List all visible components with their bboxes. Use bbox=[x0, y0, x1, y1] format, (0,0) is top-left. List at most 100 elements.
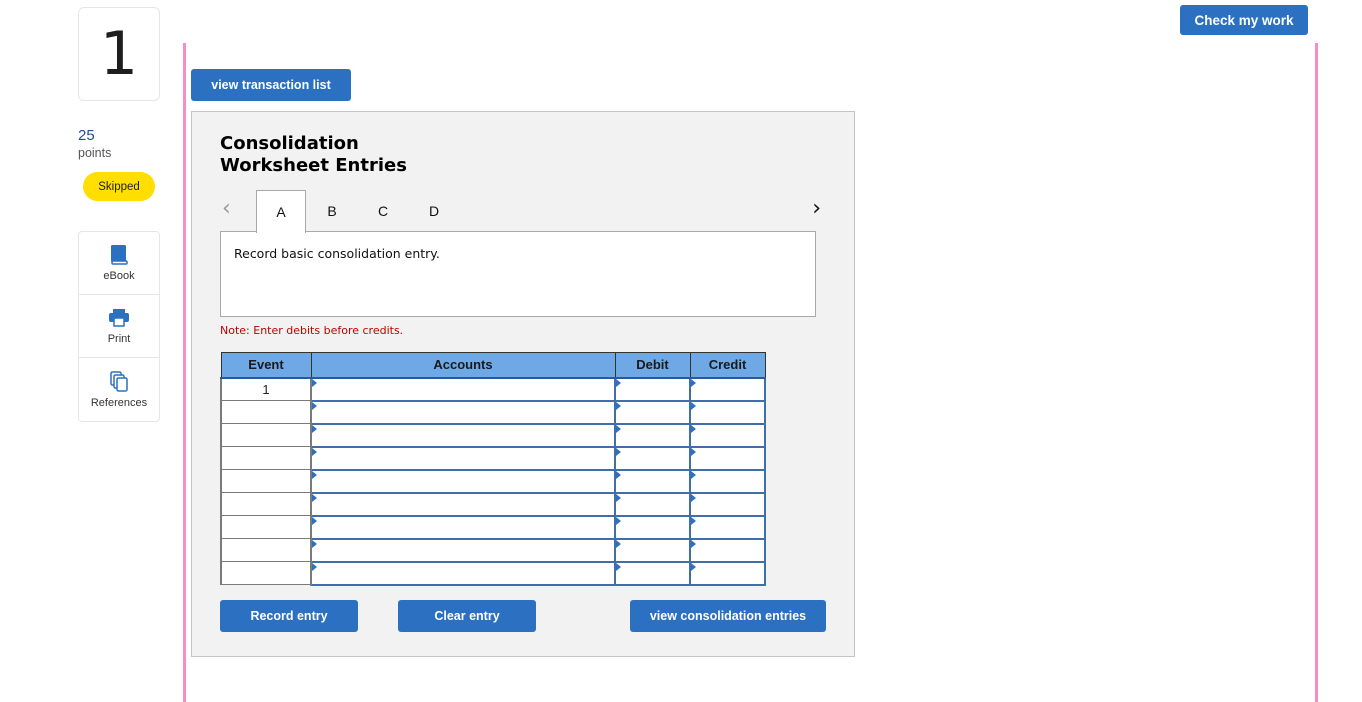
credit-cell bbox=[689, 376, 766, 402]
status-badge: Skipped bbox=[83, 172, 155, 201]
view-transaction-list-button[interactable]: view transaction list bbox=[191, 69, 351, 101]
dropdown-flag-icon bbox=[691, 493, 696, 502]
table-row bbox=[220, 491, 766, 517]
table-row bbox=[220, 445, 766, 471]
debit-input[interactable] bbox=[616, 494, 689, 514]
account-input[interactable] bbox=[312, 494, 614, 514]
debit-input[interactable] bbox=[616, 425, 689, 445]
debit-cell bbox=[614, 422, 691, 448]
dropdown-flag-icon bbox=[616, 424, 621, 433]
note-text: Note: Enter debits before credits. bbox=[220, 324, 404, 337]
chevron-left-icon[interactable]: ‹ bbox=[222, 196, 231, 221]
worksheet-title-line2: Worksheet Entries bbox=[220, 155, 407, 176]
debit-input[interactable] bbox=[616, 563, 689, 583]
event-cell bbox=[220, 400, 312, 424]
clear-entry-button[interactable]: Clear entry bbox=[398, 600, 536, 632]
debit-input[interactable] bbox=[616, 471, 689, 491]
question-number: 1 bbox=[99, 19, 139, 89]
tools-panel: eBook Print References bbox=[78, 231, 160, 422]
credit-input[interactable] bbox=[691, 402, 764, 422]
header-debit: Debit bbox=[614, 352, 691, 379]
event-cell bbox=[220, 423, 312, 447]
dropdown-flag-icon bbox=[691, 516, 696, 525]
dropdown-flag-icon bbox=[616, 539, 621, 548]
dropdown-flag-icon bbox=[691, 562, 696, 571]
account-input[interactable] bbox=[312, 402, 614, 422]
event-cell bbox=[220, 561, 312, 585]
debit-input[interactable] bbox=[616, 379, 689, 399]
left-divider bbox=[183, 43, 186, 702]
credit-input[interactable] bbox=[691, 517, 764, 537]
credit-input[interactable] bbox=[691, 494, 764, 514]
references-button[interactable]: References bbox=[79, 358, 159, 421]
account-cell bbox=[310, 491, 616, 517]
points-label: points bbox=[78, 146, 112, 160]
credit-input[interactable] bbox=[691, 425, 764, 445]
table-row bbox=[220, 560, 766, 586]
event-cell bbox=[220, 446, 312, 470]
tab-d[interactable]: D bbox=[409, 190, 459, 232]
account-cell bbox=[310, 399, 616, 425]
record-entry-button[interactable]: Record entry bbox=[220, 600, 358, 632]
dropdown-flag-icon bbox=[312, 562, 317, 571]
account-input[interactable] bbox=[312, 471, 614, 491]
dropdown-flag-icon bbox=[616, 470, 621, 479]
dropdown-flag-icon bbox=[312, 378, 317, 387]
dropdown-flag-icon bbox=[691, 378, 696, 387]
account-input[interactable] bbox=[312, 563, 614, 583]
account-input[interactable] bbox=[312, 540, 614, 560]
debit-input[interactable] bbox=[616, 448, 689, 468]
view-consolidation-entries-button[interactable]: view consolidation entries bbox=[630, 600, 826, 632]
dropdown-flag-icon bbox=[691, 424, 696, 433]
table-row bbox=[220, 514, 766, 540]
copy-icon bbox=[108, 370, 130, 393]
tab-a[interactable]: A bbox=[256, 190, 306, 233]
debit-cell bbox=[614, 468, 691, 494]
credit-input[interactable] bbox=[691, 563, 764, 583]
credit-cell bbox=[689, 514, 766, 540]
worksheet-panel: Consolidation Worksheet Entries ‹ A B C … bbox=[191, 111, 855, 657]
book-icon bbox=[108, 244, 130, 266]
dropdown-flag-icon bbox=[616, 447, 621, 456]
dropdown-flag-icon bbox=[616, 516, 621, 525]
debit-input[interactable] bbox=[616, 540, 689, 560]
tab-b[interactable]: B bbox=[307, 190, 357, 232]
credit-input[interactable] bbox=[691, 540, 764, 560]
dropdown-flag-icon bbox=[616, 401, 621, 410]
debit-input[interactable] bbox=[616, 517, 689, 537]
credit-input[interactable] bbox=[691, 379, 764, 399]
event-cell bbox=[220, 492, 312, 516]
debit-input[interactable] bbox=[616, 402, 689, 422]
print-button[interactable]: Print bbox=[79, 295, 159, 358]
ebook-label: eBook bbox=[103, 270, 135, 282]
credit-cell bbox=[689, 399, 766, 425]
account-input[interactable] bbox=[312, 517, 614, 537]
dropdown-flag-icon bbox=[312, 424, 317, 433]
credit-cell bbox=[689, 537, 766, 563]
chevron-right-icon[interactable]: › bbox=[812, 196, 821, 221]
account-input[interactable] bbox=[312, 425, 614, 445]
dropdown-flag-icon bbox=[691, 470, 696, 479]
printer-icon bbox=[108, 307, 130, 329]
account-cell bbox=[310, 514, 616, 540]
debit-cell bbox=[614, 537, 691, 563]
right-divider bbox=[1315, 43, 1318, 702]
question-number-card: 1 bbox=[78, 7, 160, 101]
event-cell bbox=[220, 515, 312, 539]
account-input[interactable] bbox=[312, 448, 614, 468]
debit-cell bbox=[614, 399, 691, 425]
dropdown-flag-icon bbox=[312, 470, 317, 479]
tab-c[interactable]: C bbox=[358, 190, 408, 232]
worksheet-title-line1: Consolidation bbox=[220, 133, 359, 154]
check-my-work-button[interactable]: Check my work bbox=[1180, 5, 1308, 35]
credit-input[interactable] bbox=[691, 471, 764, 491]
entry-tabs: ‹ A B C D › bbox=[220, 190, 821, 233]
dropdown-flag-icon bbox=[691, 539, 696, 548]
account-cell bbox=[310, 376, 616, 402]
ebook-button[interactable]: eBook bbox=[79, 232, 159, 295]
credit-input[interactable] bbox=[691, 448, 764, 468]
dropdown-flag-icon bbox=[691, 401, 696, 410]
account-input[interactable] bbox=[312, 379, 614, 399]
table-row bbox=[220, 399, 766, 425]
event-cell bbox=[220, 469, 312, 493]
